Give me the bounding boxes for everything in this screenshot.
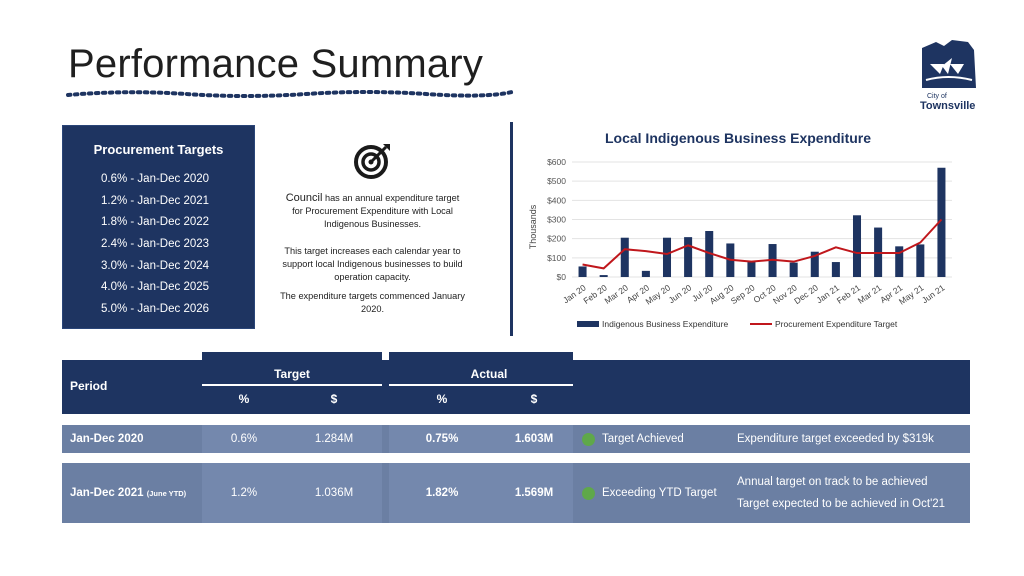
row-comment: Annual target on track to be achieved xyxy=(737,476,928,488)
row-target-pct: 1.2% xyxy=(230,487,258,499)
target-pct-header: % xyxy=(238,392,250,406)
status-indicator-icon xyxy=(582,433,595,446)
logo-city-text: City of xyxy=(927,93,947,100)
legend-bar-swatch xyxy=(577,321,599,327)
row-target-dollar: 1.036M xyxy=(314,487,354,499)
row-period-suffix: (June YTD) xyxy=(146,489,187,498)
row-period-text: Jan-Dec 2021 xyxy=(70,487,144,499)
logo-emblem-icon xyxy=(922,40,976,88)
chart-bar xyxy=(852,215,862,277)
actual-header: Actual xyxy=(470,367,508,381)
row-target-dollar: 1.284M xyxy=(314,433,354,445)
chart-bar xyxy=(684,237,693,277)
row-target-pct: 0.6% xyxy=(230,433,258,445)
row-actual-dollar: 1.603M xyxy=(514,433,554,445)
period-header: Period xyxy=(70,379,108,393)
chart-bar xyxy=(599,275,608,277)
chart-bar xyxy=(747,261,756,277)
chart-target-line xyxy=(582,218,943,270)
description-paragraph-3: The expenditure targets commenced Januar… xyxy=(280,291,465,314)
chart-bar xyxy=(662,237,672,277)
chart-title: Local Indigenous Business Expenditure xyxy=(605,130,871,146)
townsville-logo: City of Townsville xyxy=(918,38,978,116)
expenditure-chart: Local Indigenous Business Expenditure Th… xyxy=(528,130,952,329)
performance-table: Period Target Actual % $ % $ Jan-Dec 202… xyxy=(62,352,970,532)
chart-x-tick-label: Jun 20 xyxy=(667,282,694,305)
chart-x-tick-label: May 21 xyxy=(897,282,926,306)
row-comment: Target expected to be achieved in Oct'21 xyxy=(737,498,946,510)
procurement-targets-heading: Procurement Targets xyxy=(93,142,224,157)
target-item: 3.0% - Jan-Dec 2024 xyxy=(101,259,210,272)
target-item: 2.4% - Jan-Dec 2023 xyxy=(101,238,210,251)
target-item: 0.6% - Jan-Dec 2020 xyxy=(101,173,210,185)
chart-x-tick-label: Jun 21 xyxy=(920,282,947,305)
row-comment: Expenditure target exceeded by $319k xyxy=(737,433,934,445)
legend-bar-label: Indigenous Business Expenditure xyxy=(602,319,728,329)
chart-y-tick-label: $400 xyxy=(547,195,566,205)
chart-x-tick-label: Sep 20 xyxy=(729,282,757,306)
status-indicator-icon xyxy=(582,487,595,500)
target-item: 1.8% - Jan-Dec 2022 xyxy=(101,216,210,229)
row-period: Jan-Dec 2020 xyxy=(70,433,144,445)
target-item: 4.0% - Jan-Dec 2025 xyxy=(101,281,210,294)
chart-bar xyxy=(831,262,840,277)
target-dollar-header: $ xyxy=(330,392,338,406)
section-divider xyxy=(510,122,513,336)
chart-y-tick-label: $200 xyxy=(547,234,566,244)
chart-y-tick-label: $300 xyxy=(547,215,566,225)
description-paragraph-2: This target increases each calendar year… xyxy=(282,246,463,282)
chart-bar xyxy=(916,244,925,277)
procurement-targets-list: 0.6% - Jan-Dec 2020 1.2% - Jan-Dec 2021 … xyxy=(63,169,254,321)
actual-pct-header: % xyxy=(436,392,448,406)
logo-town-text: Townsville xyxy=(920,100,976,112)
chart-x-tick-label: May 20 xyxy=(644,282,673,306)
title-underline xyxy=(66,90,514,98)
row-actual-dollar: 1.569M xyxy=(514,487,554,499)
target-item: 1.2% - Jan-Dec 2021 xyxy=(101,194,210,207)
row-actual-pct: 1.82% xyxy=(425,487,459,499)
chart-bar xyxy=(578,266,587,277)
description-lead-word: Council xyxy=(285,192,323,204)
row-status: Target Achieved xyxy=(602,433,684,445)
row-period: Jan-Dec 2021 (June YTD) xyxy=(70,487,186,499)
chart-y-tick-label: $500 xyxy=(547,176,566,186)
chart-y-tick-label: $0 xyxy=(557,272,567,282)
target-bullseye-icon xyxy=(354,144,390,179)
chart-x-tick-label: Mar 20 xyxy=(603,282,631,306)
target-header: Target xyxy=(274,367,310,381)
target-item: 5.0% - Jan-Dec 2026 xyxy=(101,303,210,316)
chart-bar xyxy=(620,237,629,277)
page-title: Performance Summary xyxy=(68,42,484,86)
chart-bar xyxy=(641,270,650,277)
chart-bar xyxy=(789,262,798,277)
actual-dollar-header: $ xyxy=(530,392,538,406)
legend-line-label: Procurement Expenditure Target xyxy=(775,319,898,329)
procurement-targets-panel: Procurement Targets 0.6% - Jan-Dec 2020 … xyxy=(62,125,255,329)
target-header-rule xyxy=(202,384,382,386)
chart-x-tick-label: Dec 20 xyxy=(792,282,820,306)
chart-y-axis-label: Thousands xyxy=(528,204,538,249)
row-actual-pct: 0.75% xyxy=(425,433,459,445)
chart-x-tick-label: Mar 21 xyxy=(856,282,884,306)
description-paragraph-1: Council has an annual expenditure target… xyxy=(280,192,465,231)
row-status: Exceeding YTD Target xyxy=(602,487,717,499)
actual-header-rule xyxy=(389,384,573,386)
chart-y-tick-label: $100 xyxy=(547,253,566,263)
chart-y-tick-label: $600 xyxy=(547,157,566,167)
